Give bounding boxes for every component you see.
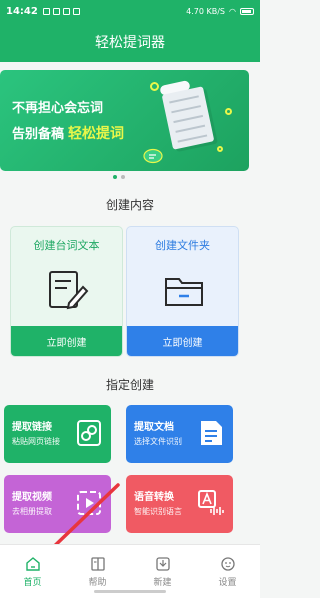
card-title: 提取链接	[12, 422, 52, 433]
banner-circle-decor	[225, 108, 232, 115]
document-icon	[201, 421, 222, 445]
video-icon	[77, 491, 101, 515]
create-folder-card[interactable]: 创建文件夹 立即创建	[126, 226, 239, 357]
section-title-text: 指定创建	[105, 378, 154, 392]
create-text-card[interactable]: 创建台词文本 立即创建	[10, 226, 123, 357]
wifi-icon: ◠	[229, 6, 236, 16]
card-subtitle: 选择文件识别	[134, 437, 182, 446]
carousel-dot[interactable]	[121, 175, 125, 179]
create-text-button[interactable]: 立即创建	[11, 326, 122, 356]
chat-bubble-icon	[143, 148, 163, 164]
banner-circle-decor	[150, 82, 159, 91]
banner-line2: 告别备稿 轻松提词	[12, 123, 124, 143]
nav-label: 新建	[153, 577, 172, 588]
network-speed: 4.70 KB/S	[186, 6, 226, 16]
create-folder-button[interactable]: 立即创建	[127, 326, 238, 356]
banner-circle-decor	[217, 146, 223, 152]
extract-document-card[interactable]: 提取文档 选择文件识别	[126, 405, 233, 463]
notification-icon	[42, 7, 50, 15]
extract-link-card[interactable]: 提取链接 粘贴网页链接	[4, 405, 111, 463]
card-subtitle: 粘贴网页链接	[12, 437, 60, 446]
battery-icon	[240, 7, 254, 15]
new-icon	[155, 556, 170, 571]
banner-line2-text: 告别备稿	[12, 127, 65, 142]
nav-settings[interactable]: 设置	[195, 545, 260, 598]
create-folder-label: 立即创建	[162, 337, 203, 349]
gesture-bar[interactable]	[94, 590, 166, 593]
banner-line1: 不再担心会忘词	[12, 101, 104, 116]
section-title-create: 创建内容	[0, 196, 260, 213]
create-text-label: 立即创建	[46, 337, 87, 349]
banner-document-icon	[161, 86, 215, 150]
nav-home[interactable]: 首页	[0, 545, 65, 598]
home-icon	[25, 556, 40, 571]
notification-icon	[52, 7, 60, 15]
section-title-text: 创建内容	[105, 198, 154, 212]
nav-label: 首页	[23, 577, 42, 588]
carousel-dots	[113, 175, 125, 179]
card-title: 语音转换	[134, 492, 174, 503]
status-time: 14:42	[6, 5, 38, 17]
folder-icon	[165, 278, 203, 306]
nav-label: 帮助	[88, 577, 107, 588]
app-header: 轻松提词器	[0, 22, 260, 62]
carousel-dot-active[interactable]	[113, 175, 117, 179]
voice-convert-card[interactable]: 语音转换 智能识别语言	[126, 475, 233, 533]
status-right: 4.70 KB/S ◠	[186, 7, 254, 16]
card-subtitle: 去相册提取	[12, 507, 52, 516]
notification-icon	[62, 7, 70, 15]
card-title: 创建文件夹	[155, 239, 210, 252]
app-screen: 14:42 4.70 KB/S ◠ 轻松提词器 不再担心会忘词 告别备稿 轻松提词	[0, 0, 260, 598]
banner-highlight: 轻松提词	[68, 126, 125, 142]
section-title-specified: 指定创建	[0, 376, 260, 393]
banner[interactable]: 不再担心会忘词 告别备稿 轻松提词	[0, 70, 249, 171]
card-title: 提取文档	[134, 422, 174, 433]
notification-icons	[42, 7, 80, 15]
card-subtitle: 智能识别语言	[134, 507, 182, 516]
page-title: 轻松提词器	[95, 35, 165, 51]
settings-icon	[220, 556, 235, 571]
status-bar: 14:42 4.70 KB/S ◠	[0, 0, 260, 22]
extract-video-card[interactable]: 提取视频 去相册提取	[4, 475, 111, 533]
voice-icon	[198, 490, 224, 515]
notification-icon	[72, 7, 80, 15]
document-edit-icon	[49, 271, 89, 310]
nav-label: 设置	[218, 577, 237, 588]
book-icon	[90, 556, 105, 571]
card-title: 提取视频	[12, 492, 52, 503]
card-title: 创建台词文本	[33, 239, 100, 252]
link-icon	[77, 420, 101, 446]
